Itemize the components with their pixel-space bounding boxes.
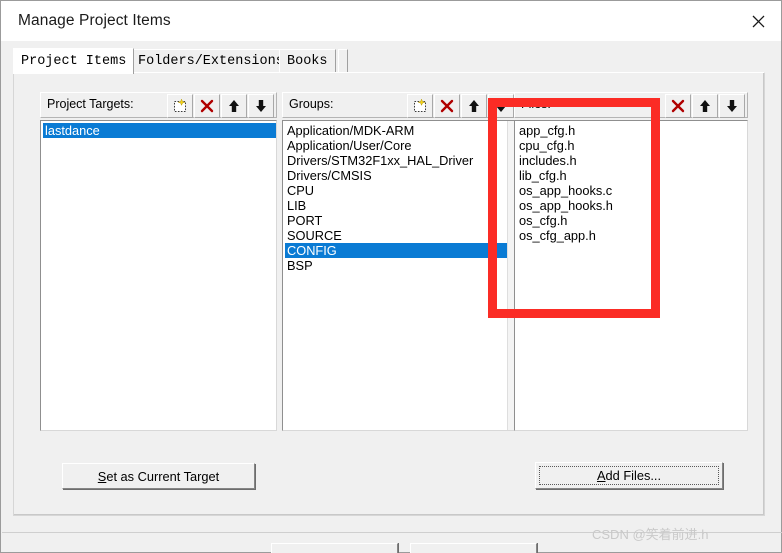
delete-group-button[interactable] <box>434 94 460 118</box>
groups-listbox[interactable]: Application/MDK-ARM Application/User/Cor… <box>282 120 517 431</box>
move-group-down-button[interactable] <box>488 94 514 118</box>
move-group-up-button[interactable] <box>461 94 487 118</box>
delete-file-button[interactable] <box>665 94 691 118</box>
list-item[interactable]: CPU <box>285 183 516 198</box>
list-item[interactable]: app_cfg.h <box>517 123 747 138</box>
window-title: Manage Project Items <box>18 12 171 29</box>
list-item[interactable]: Application/MDK-ARM <box>285 123 516 138</box>
groups-column: Groups: Application/MDK-ARM Application/… <box>282 92 517 431</box>
list-item[interactable]: Application/User/Core <box>285 138 516 153</box>
tab-overflow-sliver[interactable] <box>338 49 348 73</box>
project-targets-items: lastdance <box>41 121 276 430</box>
add-files-button[interactable]: Add Files... <box>535 462 723 489</box>
watermark: CSDN @笑着前进.h <box>592 527 709 542</box>
manage-project-items-dialog: Manage Project Items Project Items Folde… <box>0 0 782 553</box>
list-item[interactable]: lib_cfg.h <box>517 168 747 183</box>
tab-books-label: Books <box>287 54 328 69</box>
tab-folders-extensions[interactable]: Folders/Extensions <box>130 49 292 73</box>
files-items: app_cfg.h cpu_cfg.h includes.h lib_cfg.h… <box>515 121 747 430</box>
title-bar: Manage Project Items <box>1 1 781 41</box>
groups-header: Groups: <box>282 92 517 118</box>
list-item[interactable]: os_app_hooks.h <box>517 198 747 213</box>
groups-items: Application/MDK-ARM Application/User/Cor… <box>283 121 516 430</box>
files-toolbar <box>665 94 746 118</box>
list-item[interactable]: Drivers/STM32F1xx_HAL_Driver <box>285 153 516 168</box>
set-as-current-target-label: Set as Current Target <box>98 469 219 484</box>
files-label: Files: <box>521 97 551 111</box>
files-header: Files: <box>514 92 748 118</box>
new-target-button[interactable] <box>167 94 193 118</box>
dialog-client-area: Project Items Folders/Extensions Books P… <box>1 41 782 553</box>
project-targets-label: Project Targets: <box>47 97 134 111</box>
list-item[interactable]: Drivers/CMSIS <box>285 168 516 183</box>
accel-letter: A <box>596 468 606 483</box>
files-listbox[interactable]: app_cfg.h cpu_cfg.h includes.h lib_cfg.h… <box>514 120 748 431</box>
add-files-label: Add Files... <box>597 468 661 483</box>
label-rest: et as Current Target <box>106 468 220 484</box>
set-as-current-target-button[interactable]: Set as Current Target <box>62 463 255 489</box>
ok-button[interactable] <box>271 543 398 553</box>
project-targets-header: Project Targets: <box>40 92 277 118</box>
project-targets-listbox[interactable]: lastdance <box>40 120 277 431</box>
groups-label: Groups: <box>289 97 334 111</box>
cancel-button[interactable] <box>410 543 537 553</box>
list-item[interactable]: os_cfg.h <box>517 213 747 228</box>
groups-toolbar <box>407 94 515 118</box>
move-target-up-button[interactable] <box>221 94 247 118</box>
tab-project-items-label: Project Items <box>21 54 127 69</box>
list-item[interactable]: PORT <box>285 213 516 228</box>
list-item[interactable]: lastdance <box>43 123 276 138</box>
list-item[interactable]: LIB <box>285 198 516 213</box>
close-icon[interactable] <box>735 1 781 41</box>
project-items-panel: Project Targets: lastdance Groups: Appli… <box>13 72 765 516</box>
list-item[interactable]: includes.h <box>517 153 747 168</box>
files-column: Files: app_cfg.h cpu_cfg.h includes.h li… <box>514 92 748 431</box>
tab-project-items[interactable]: Project Items <box>13 48 135 74</box>
project-targets-column: Project Targets: lastdance <box>40 92 277 431</box>
list-item[interactable]: os_app_hooks.c <box>517 183 747 198</box>
project-targets-toolbar <box>167 94 275 118</box>
list-item[interactable]: cpu_cfg.h <box>517 138 747 153</box>
list-item[interactable]: SOURCE <box>285 228 516 243</box>
label-rest: dd Files... <box>605 468 662 483</box>
list-item[interactable]: BSP <box>285 258 516 273</box>
move-file-down-button[interactable] <box>719 94 745 118</box>
tab-books[interactable]: Books <box>279 49 336 73</box>
list-item[interactable]: os_cfg_app.h <box>517 228 747 243</box>
tab-folders-extensions-label: Folders/Extensions <box>138 54 284 69</box>
move-file-up-button[interactable] <box>692 94 718 118</box>
new-group-button[interactable] <box>407 94 433 118</box>
list-item[interactable]: CONFIG <box>285 243 516 258</box>
tab-strip: Project Items Folders/Extensions Books <box>13 48 765 74</box>
delete-target-button[interactable] <box>194 94 220 118</box>
move-target-down-button[interactable] <box>248 94 274 118</box>
